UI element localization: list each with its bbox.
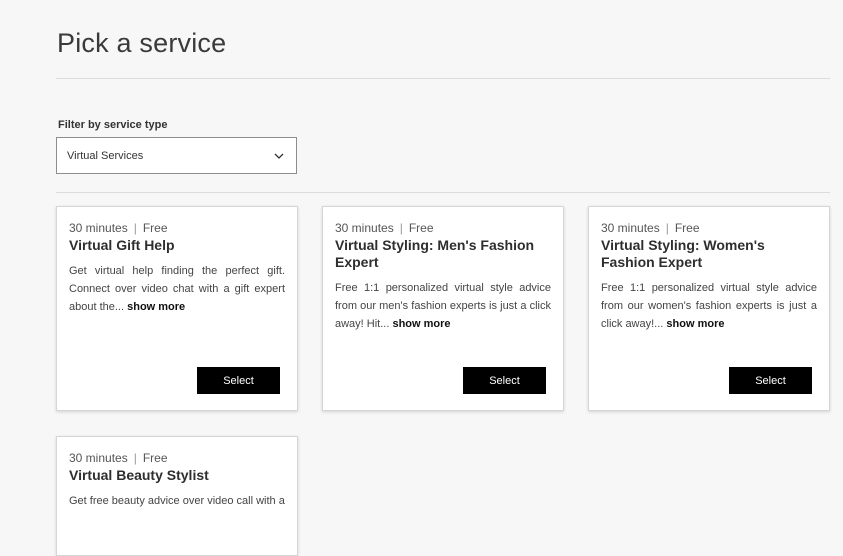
service-description: Free 1:1 personalized virtual style advi… bbox=[601, 282, 817, 330]
service-duration: 30 minutes bbox=[601, 221, 660, 235]
meta-separator: | bbox=[133, 221, 137, 235]
chevron-down-icon bbox=[274, 153, 284, 159]
service-title: Virtual Gift Help bbox=[69, 237, 175, 253]
service-card: 30 minutes | Free Virtual Gift Help Get … bbox=[56, 206, 298, 411]
meta-separator: | bbox=[665, 221, 669, 235]
service-description: Get free beauty advice over video call w… bbox=[69, 495, 285, 507]
show-more-link[interactable]: show more bbox=[127, 301, 185, 313]
service-description: Get virtual help finding the perfect gif… bbox=[69, 265, 285, 313]
show-more-link[interactable]: show more bbox=[666, 318, 724, 330]
service-type-selected: Virtual Services bbox=[67, 149, 144, 162]
service-card: 30 minutes | Free Virtual Beauty Stylist… bbox=[56, 436, 298, 556]
service-card: 30 minutes | Free Virtual Styling: Women… bbox=[588, 206, 830, 411]
show-more-link[interactable]: show more bbox=[392, 318, 450, 330]
service-price: Free bbox=[142, 451, 168, 465]
select-button[interactable]: Select bbox=[729, 367, 812, 394]
meta-separator: | bbox=[133, 451, 137, 465]
meta-separator: | bbox=[399, 221, 403, 235]
filter-label: Filter by service type bbox=[58, 119, 168, 131]
service-card: 30 minutes | Free Virtual Styling: Men's… bbox=[322, 206, 564, 411]
service-title: Virtual Styling: Women's Fashion Expert bbox=[601, 237, 765, 270]
service-type-dropdown[interactable]: Virtual Services bbox=[56, 137, 297, 174]
service-duration: 30 minutes bbox=[69, 221, 128, 235]
service-duration: 30 minutes bbox=[69, 451, 128, 465]
service-description: Free 1:1 personalized virtual style advi… bbox=[335, 282, 551, 330]
divider bbox=[56, 78, 830, 79]
select-button[interactable]: Select bbox=[197, 367, 280, 394]
select-button[interactable]: Select bbox=[463, 367, 546, 394]
service-title: Virtual Beauty Stylist bbox=[69, 467, 209, 483]
service-title: Virtual Styling: Men's Fashion Expert bbox=[335, 237, 535, 270]
service-duration: 30 minutes bbox=[335, 221, 394, 235]
page-title: Pick a service bbox=[57, 28, 227, 58]
service-price: Free bbox=[674, 221, 700, 235]
service-price: Free bbox=[142, 221, 168, 235]
divider bbox=[56, 192, 830, 193]
service-price: Free bbox=[408, 221, 434, 235]
